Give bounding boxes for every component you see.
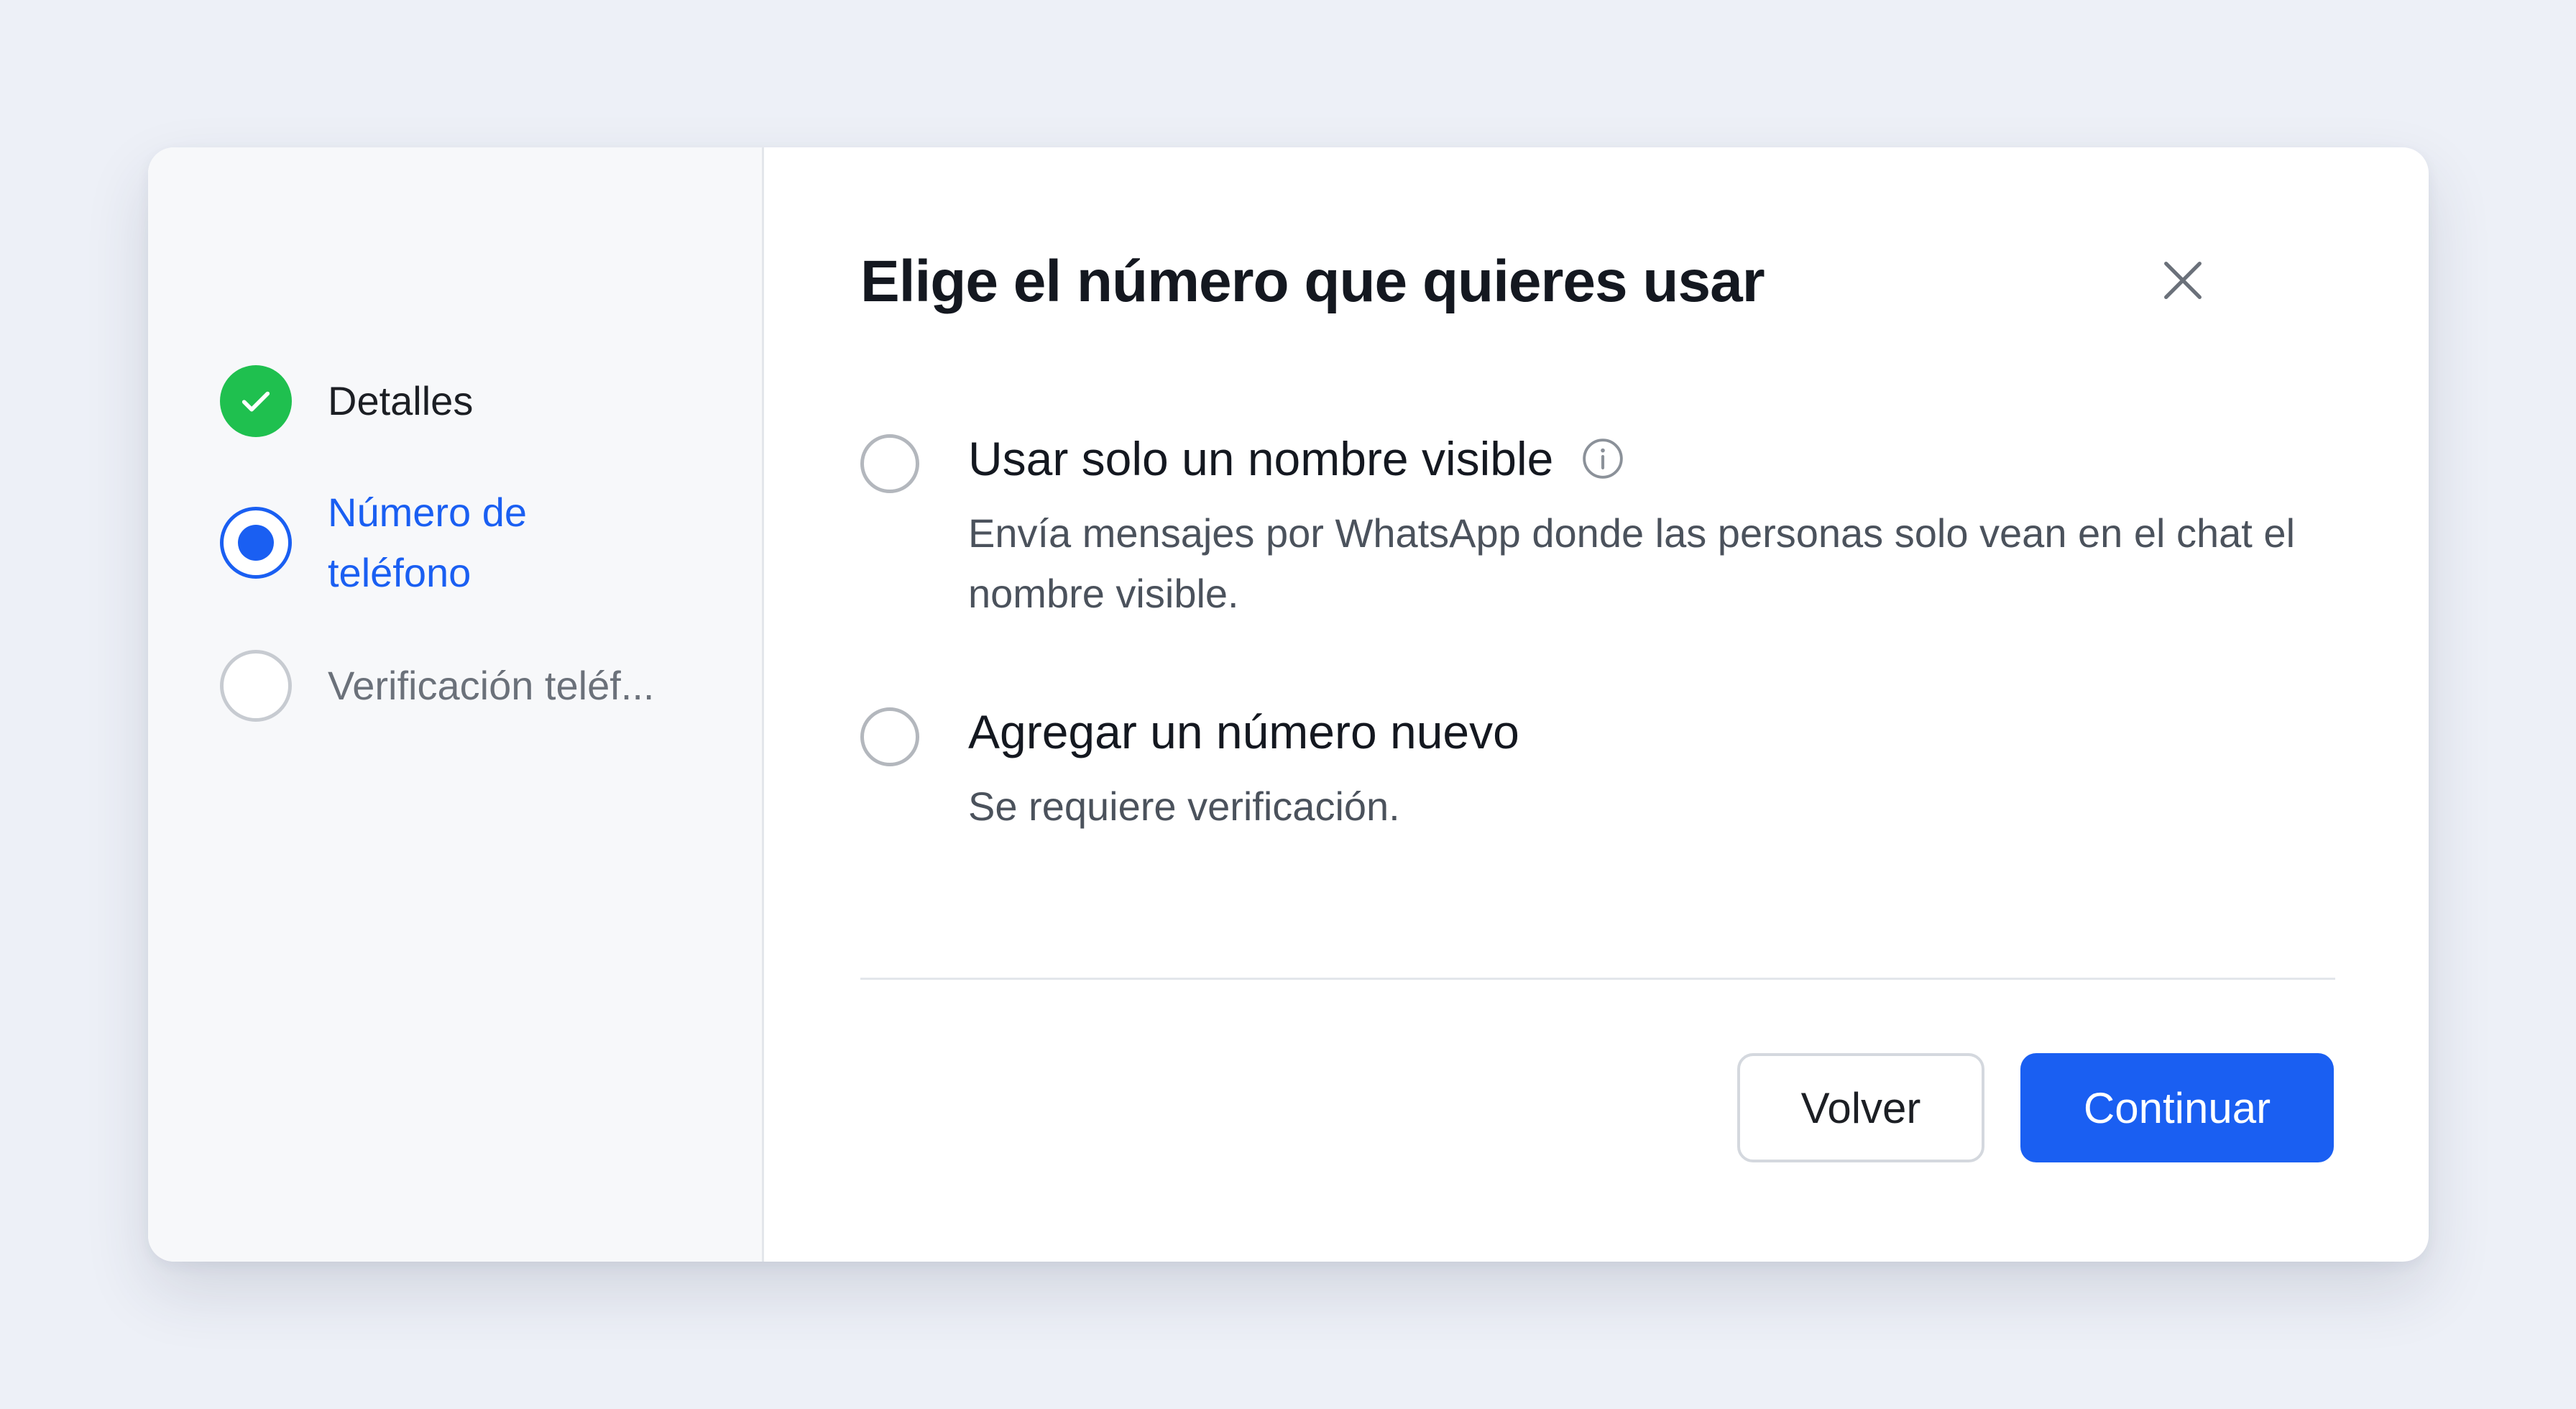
dialog-title: Elige el número que quieres usar	[860, 249, 1765, 314]
step-label-phone-number: Número de teléfono	[328, 490, 528, 595]
dialog-content: Elige el número que quieres usar Usar so…	[764, 147, 2429, 1262]
option-description-add-new-number: Se requiere verificación.	[968, 784, 1400, 829]
setup-dialog: Detalles Número de teléfono Verificación…	[148, 147, 2429, 1262]
option-title-add-new-number: Agregar un número nuevo	[968, 705, 1519, 758]
check-icon	[242, 391, 270, 412]
close-icon	[2164, 262, 2202, 299]
close-button[interactable]	[2154, 252, 2212, 309]
step-phone-verification[interactable]: Verificación teléf...	[220, 650, 654, 722]
option-title-display-name-only: Usar solo un nombre visible	[968, 432, 1554, 485]
radio-display-name-only[interactable]	[860, 434, 919, 493]
option-description-display-name-only: Envía mensajes por WhatsApp donde las pe…	[968, 510, 2296, 616]
stepper-sidebar: Detalles Número de teléfono Verificación…	[148, 147, 764, 1262]
step-label-phone-verification: Verificación teléf...	[328, 663, 655, 708]
radio-add-new-number[interactable]	[860, 707, 919, 766]
step-complete-icon	[220, 365, 292, 437]
step-phone-number[interactable]: Número de teléfono	[220, 482, 586, 603]
continue-button[interactable]: Continuar	[2020, 1053, 2334, 1162]
step-label-details: Detalles	[328, 378, 474, 423]
step-active-icon	[220, 507, 292, 579]
back-button[interactable]: Volver	[1737, 1053, 1984, 1162]
footer-divider	[860, 978, 2335, 980]
option-title-row: Usar solo un nombre visible	[968, 424, 1625, 493]
step-details[interactable]: Detalles	[220, 365, 473, 437]
step-pending-icon	[220, 650, 292, 722]
info-icon[interactable]	[1581, 436, 1625, 481]
